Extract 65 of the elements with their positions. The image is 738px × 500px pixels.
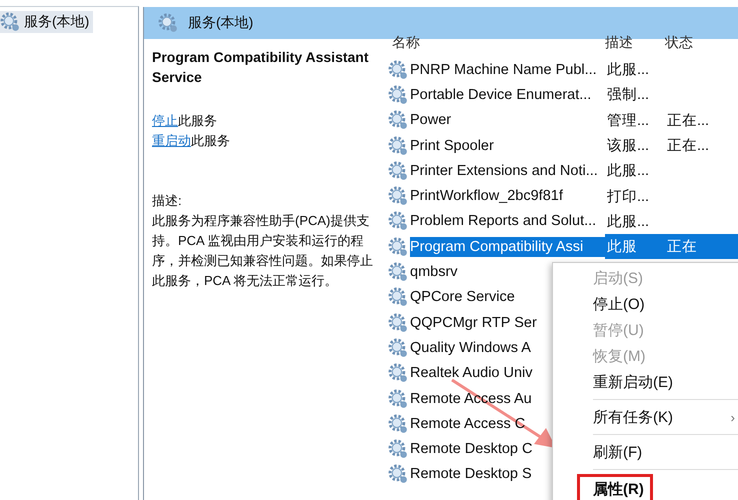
gear-icon: [158, 13, 178, 33]
description-cell-text: 打印...: [606, 188, 650, 206]
description-cell-text: 此服...: [606, 212, 650, 231]
description-cell-text: 此服...: [606, 162, 650, 180]
service-name-cell[interactable]: Remote Access Au: [410, 390, 532, 406]
service-name-cell[interactable]: Remote Desktop S: [410, 466, 532, 482]
gear-icon: [388, 110, 408, 130]
description-label: 描述:: [152, 192, 183, 210]
service-name-cell[interactable]: Printer Extensions and Noti...: [410, 162, 598, 179]
gear-icon: [388, 464, 408, 484]
service-name-cell[interactable]: PrintWorkflow_2bc9f81f: [410, 188, 563, 204]
action-text: 此服务: [191, 133, 230, 148]
description-text: 此服务为程序兼容性助手(PCA)提供支持。PCA 监视由用户安装和运行的程序，并检测已知兼容性问题。如果停止此服务，PCA 将无法正常运行。: [152, 212, 374, 290]
menu-item[interactable]: 所有任务(K) ›: [553, 404, 738, 430]
service-name-cell[interactable]: PNRP Machine Name Publ...: [410, 62, 597, 78]
status-cell: 正在: [665, 234, 738, 260]
service-name-cell[interactable]: Power: [410, 112, 452, 128]
service-name-cell[interactable]: QQPCMgr RTP Ser: [410, 314, 537, 331]
menu-item[interactable]: 属性(R): [577, 474, 653, 500]
service-name-cell[interactable]: qmbsrv: [410, 264, 458, 280]
service-name-cell[interactable]: Program Compatibility Assi: [410, 236, 605, 257]
gear-icon: [388, 136, 408, 156]
service-name-cell[interactable]: Print Spooler: [410, 138, 494, 154]
gear-icon: [0, 12, 20, 32]
status-cell-text: 正在...: [666, 137, 710, 156]
service-name-cell[interactable]: Portable Device Enumerat...: [410, 86, 592, 103]
description-cell-text: 此服...: [606, 61, 650, 80]
service-name-cell[interactable]: Remote Access C: [410, 416, 526, 432]
gear-icon: [388, 262, 408, 282]
panel-title: 服务(本地): [188, 14, 254, 32]
gear-icon: [388, 388, 408, 408]
service-name-cell[interactable]: Quality Windows A: [410, 340, 531, 356]
gear-icon: [388, 211, 408, 232]
menu-item[interactable]: 重新启动(E): [553, 369, 738, 395]
gear-icon: [388, 186, 408, 206]
service-name-cell[interactable]: Realtek Audio Univ: [410, 365, 533, 382]
column-header[interactable]: 状态: [665, 34, 693, 52]
menu-item[interactable]: 停止(O): [553, 291, 738, 317]
service-name-cell[interactable]: Remote Desktop C: [410, 441, 532, 458]
gear-icon: [388, 236, 408, 257]
column-header[interactable]: 描述: [605, 34, 665, 52]
gear-icon: [388, 160, 408, 181]
status-cell-text: 正在...: [666, 112, 710, 130]
gear-icon: [388, 312, 408, 333]
tree-item[interactable]: 服务(本地): [0, 11, 94, 33]
description-cell-text: 管理...: [606, 112, 650, 130]
service-name-cell[interactable]: QPCore Service: [410, 289, 515, 306]
gear-icon: [388, 363, 408, 384]
description-cell: 此服: [605, 234, 665, 260]
gear-icon: [388, 287, 408, 308]
gear-icon: [388, 439, 408, 460]
submenu-arrow: ›: [730, 410, 735, 424]
gear-icon: [388, 60, 408, 80]
action-link[interactable]: 停止: [152, 113, 178, 128]
gear-icon: [388, 414, 408, 434]
column-header[interactable]: 名称: [388, 34, 605, 52]
description-cell-text: 该服...: [606, 137, 650, 156]
action-link[interactable]: 重启动: [152, 133, 191, 148]
gear-icon: [388, 84, 408, 105]
description-cell-text: 强制...: [606, 86, 650, 104]
service-name: Program Compatibility Assistant Service: [152, 48, 370, 87]
gear-icon: [388, 338, 408, 358]
menu-item[interactable]: 刷新(F): [553, 439, 738, 465]
action-text: 此服务: [178, 113, 217, 128]
service-name-cell[interactable]: Problem Reports and Solut...: [410, 213, 596, 230]
